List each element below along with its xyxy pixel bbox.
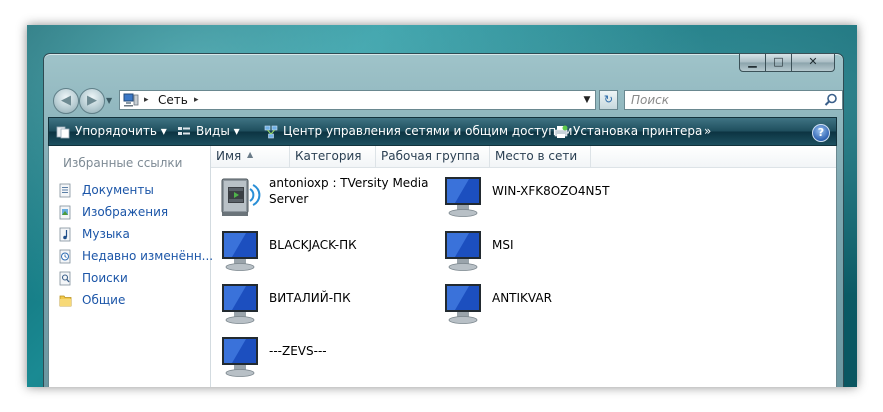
- maximize-button[interactable]: □: [766, 53, 792, 72]
- minimize-button[interactable]: ▁: [739, 53, 766, 72]
- column-header-network-location[interactable]: Место в сети: [490, 146, 591, 167]
- search-input[interactable]: Поиск: [631, 91, 669, 109]
- column-header-workgroup[interactable]: Рабочая группа: [376, 146, 490, 167]
- documents-icon: [59, 183, 71, 198]
- content-area: Избранные ссылки Документы Изображения М…: [48, 146, 837, 387]
- more-commands-button[interactable]: »: [704, 118, 711, 145]
- favorite-link-label: Недавно изменённ...: [82, 249, 214, 263]
- navigation-bar: ◀ ▶ ▼ ▸ Сеть ▸ ▼ ↻ Поиск: [53, 88, 843, 114]
- network-center-label: Центр управления сетями и общим доступом: [283, 124, 573, 138]
- organize-label: Упорядочить ▾: [75, 124, 167, 138]
- search-box[interactable]: Поиск: [624, 90, 843, 110]
- network-item-name: antonioxp : TVersity Media Server: [269, 176, 429, 206]
- network-item-name: ВИТАЛИЙ-ПК: [269, 291, 351, 305]
- favorite-link-pictures[interactable]: Изображения: [59, 202, 168, 222]
- computer-icon: [222, 284, 258, 324]
- favorite-link-music[interactable]: Музыка: [59, 224, 130, 244]
- computer-icon: [445, 177, 481, 217]
- sort-ascending-icon: ▲: [247, 150, 254, 159]
- address-dropdown-button[interactable]: ▼: [579, 91, 595, 109]
- organize-button[interactable]: Упорядочить ▾: [56, 118, 167, 145]
- media-server-icon: [221, 178, 261, 216]
- views-button[interactable]: Виды ▾: [177, 118, 240, 145]
- network-center-button[interactable]: Центр управления сетями и общим доступом: [264, 118, 572, 145]
- favorite-link-label: Изображения: [82, 205, 169, 219]
- views-icon: [178, 127, 190, 135]
- breadcrumb-separator[interactable]: ▸: [194, 91, 199, 109]
- back-button[interactable]: ◀: [53, 88, 79, 114]
- column-header-name-label: Имя: [216, 149, 242, 163]
- command-bar: Упорядочить ▾ Виды ▾ Центр управления се…: [48, 117, 837, 146]
- column-header-category[interactable]: Категория: [290, 146, 376, 167]
- breadcrumb-network[interactable]: Сеть: [158, 91, 188, 109]
- searches-icon: [59, 271, 71, 286]
- address-bar[interactable]: ▸ Сеть ▸ ▼: [119, 90, 596, 110]
- computer-icon: [445, 284, 481, 324]
- computer-icon: [222, 231, 258, 271]
- forward-button[interactable]: ▶: [79, 88, 105, 114]
- network-center-icon: [264, 125, 278, 139]
- search-icon[interactable]: [824, 93, 838, 107]
- breadcrumb-separator[interactable]: ▸: [144, 91, 149, 109]
- favorite-link-recent[interactable]: Недавно изменённ...: [59, 246, 213, 266]
- help-button[interactable]: ?: [812, 124, 830, 142]
- column-header-name[interactable]: ▲ Имя: [211, 146, 290, 167]
- network-item-name: ANTIKVAR: [492, 291, 552, 305]
- organize-icon: [56, 126, 70, 139]
- navigation-pane: Избранные ссылки Документы Изображения М…: [49, 146, 213, 387]
- music-icon: [59, 227, 71, 242]
- favorite-link-documents[interactable]: Документы: [59, 180, 154, 200]
- add-printer-label: Установка принтера: [573, 124, 703, 138]
- computer-icon: [445, 231, 481, 271]
- caption-buttons: ▁ □ ✕: [739, 53, 835, 72]
- recent-pages-dropdown[interactable]: ▼: [106, 96, 112, 105]
- more-commands-label: »: [704, 124, 712, 138]
- printer-icon: [554, 125, 568, 138]
- pictures-icon: [59, 205, 71, 220]
- recent-icon: [59, 249, 71, 264]
- favorite-links-heading: Избранные ссылки: [63, 156, 183, 170]
- favorite-link-public[interactable]: Общие: [59, 290, 125, 310]
- network-item-name: ---ZEVS---: [269, 344, 327, 358]
- public-folder-icon: [59, 295, 72, 307]
- explorer-window: ▁ □ ✕ ◀ ▶ ▼ ▸ Сеть ▸ ▼ ↻ Поиск Упорядочи…: [43, 53, 844, 387]
- file-list: ▲ Имя Категория Рабочая группа Место в с…: [211, 146, 836, 387]
- network-item-name: BLACKJACK-ПК: [269, 238, 357, 252]
- add-printer-button[interactable]: Установка принтера: [554, 118, 702, 145]
- network-location-icon: [123, 93, 139, 107]
- close-button[interactable]: ✕: [792, 53, 835, 72]
- desktop-background: ▁ □ ✕ ◀ ▶ ▼ ▸ Сеть ▸ ▼ ↻ Поиск Упорядочи…: [27, 25, 857, 387]
- refresh-button[interactable]: ↻: [599, 90, 618, 110]
- network-item-name: MSI: [492, 238, 514, 252]
- favorite-link-searches[interactable]: Поиски: [59, 268, 128, 288]
- favorite-link-label: Документы: [82, 183, 154, 197]
- computer-icon: [222, 337, 258, 377]
- network-item-name: WIN-XFK8OZO4N5T: [492, 184, 610, 198]
- column-headers: ▲ Имя Категория Рабочая группа Место в с…: [211, 146, 836, 168]
